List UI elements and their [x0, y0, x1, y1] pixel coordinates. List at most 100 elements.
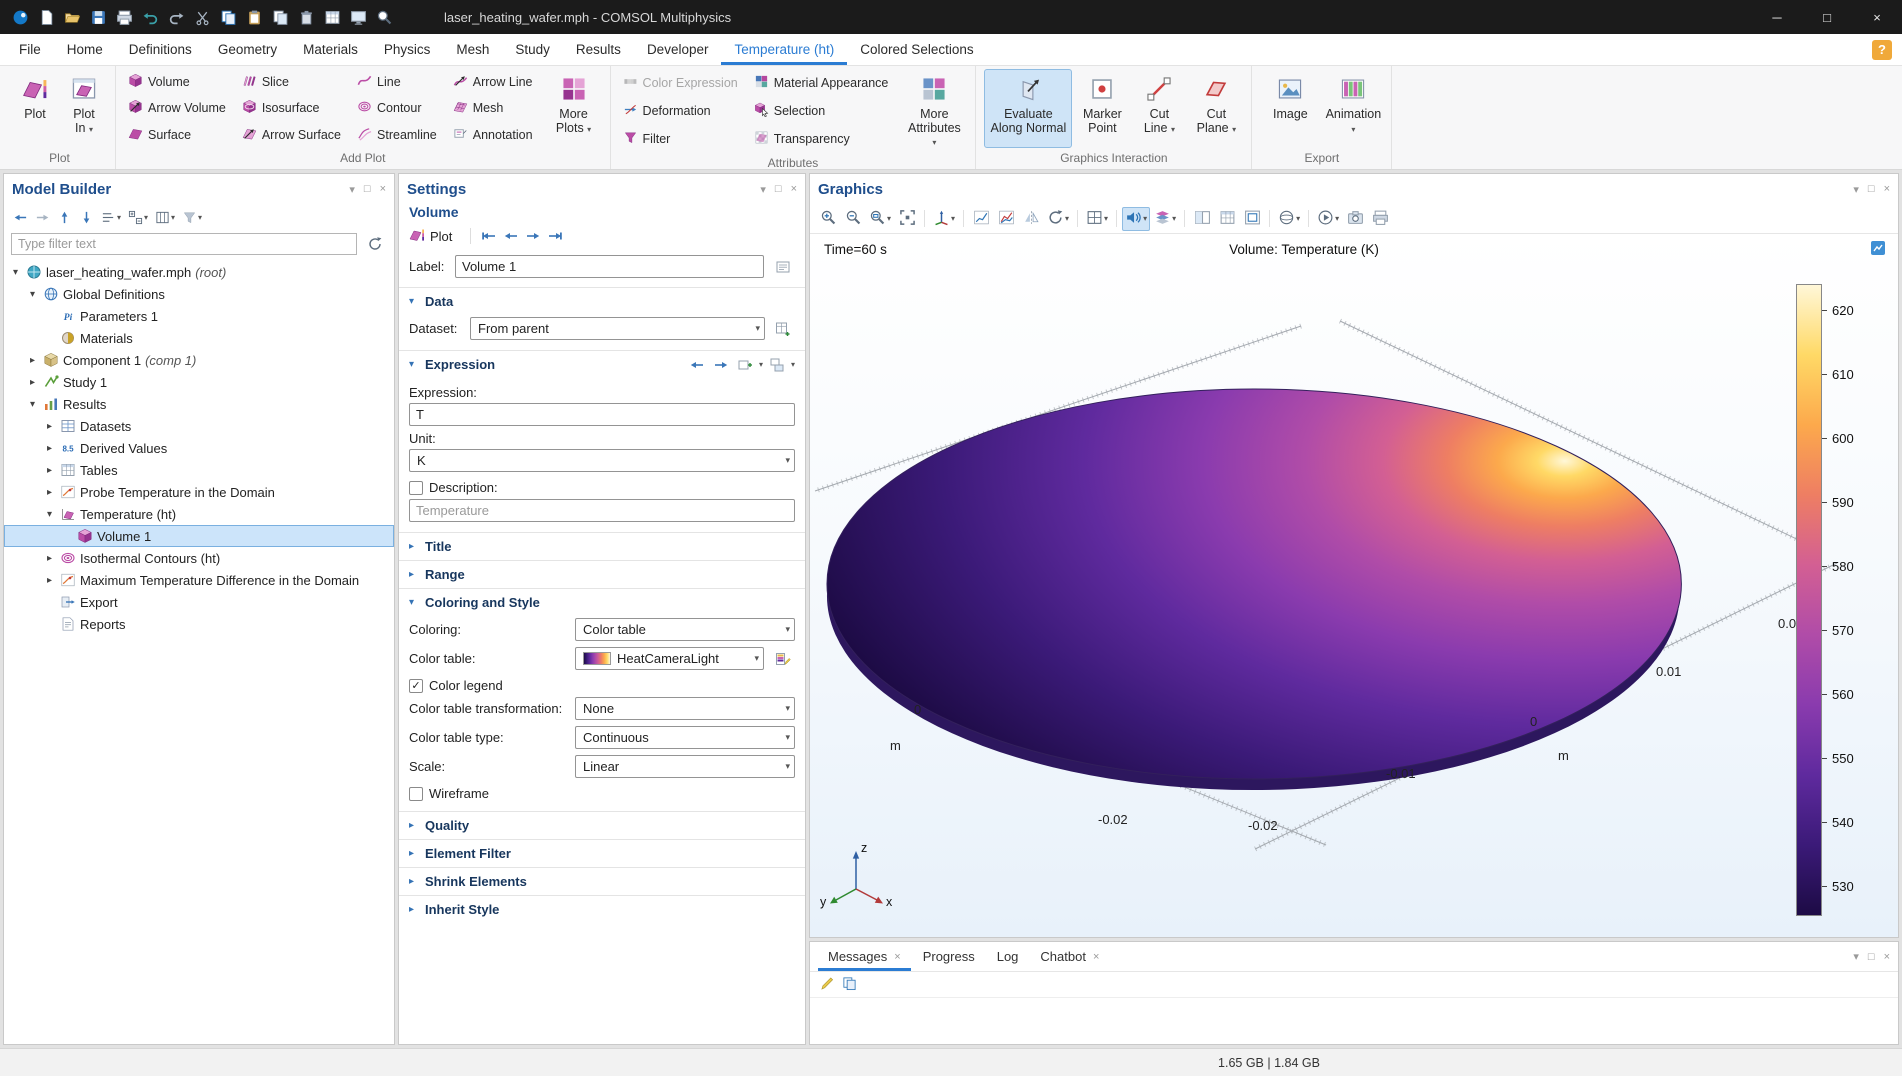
panel-float-icon[interactable]: □ [1868, 183, 1875, 195]
description-input[interactable] [409, 499, 795, 522]
tab-developer[interactable]: Developer [634, 34, 722, 65]
tree-item-datasets[interactable]: ▸Datasets [4, 415, 394, 437]
tab-home[interactable]: Home [54, 34, 116, 65]
streamline-button[interactable]: Streamline [353, 122, 447, 148]
chevron-down-icon[interactable]: ▾ [44, 509, 55, 520]
close-button[interactable]: × [1852, 0, 1902, 34]
close-tab-icon[interactable]: × [1093, 951, 1099, 963]
section-shrink-elements-header[interactable]: ▸Shrink Elements [399, 868, 805, 895]
next-expression-icon[interactable] [711, 355, 731, 375]
contour-button[interactable]: Contour [353, 95, 447, 121]
color-table-type-select[interactable]: Continuous ▾ [575, 726, 795, 749]
plot-in-button[interactable]: Plot In ▾ [61, 69, 107, 148]
more-plots-button[interactable]: More Plots ▾ [546, 69, 602, 148]
cut-line-button[interactable]: Cut Line ▾ [1132, 69, 1186, 148]
section-range-header[interactable]: ▸Range [399, 561, 805, 588]
chevron-down-icon[interactable]: ▾ [27, 399, 38, 410]
plot-first-button[interactable] [479, 226, 499, 246]
plot-button[interactable]: Plot [409, 227, 452, 246]
tree-item-parameters-1[interactable]: PiParameters 1 [4, 305, 394, 327]
color-expression-button[interactable]: Color Expression [619, 69, 748, 97]
expression-input[interactable] [409, 403, 795, 426]
arrow-volume-button[interactable]: Arrow Volume [124, 95, 236, 121]
filter-tree-button[interactable]: ▾ [182, 210, 202, 225]
tree-item-tables[interactable]: ▸Tables [4, 459, 394, 481]
panel-float-icon[interactable]: □ [364, 183, 371, 195]
snapshot-button[interactable] [1343, 207, 1367, 231]
volume-button[interactable]: Volume [124, 69, 236, 95]
panel-close-icon[interactable]: × [1884, 951, 1890, 963]
previous-expression-icon[interactable] [687, 355, 707, 375]
refresh-icon[interactable] [362, 232, 387, 255]
chevron-right-icon[interactable]: ▸ [27, 355, 38, 366]
section-element-filter-header[interactable]: ▸Element Filter [399, 840, 805, 867]
chevron-right-icon[interactable]: ▸ [44, 553, 55, 564]
chevron-down-icon[interactable]: ▾ [27, 289, 38, 300]
section-expression-header[interactable]: ▾ Expression ▾ ▾ [399, 351, 805, 378]
print-button[interactable] [1368, 207, 1392, 231]
slice-button[interactable]: Slice [238, 69, 351, 95]
expand-collapse-button[interactable]: ▾ [128, 210, 148, 225]
tab-materials[interactable]: Materials [290, 34, 371, 65]
forward-button[interactable] [35, 210, 50, 225]
tree-item-volume-1[interactable]: Volume 1 [4, 525, 394, 547]
chevron-right-icon[interactable]: ▸ [44, 443, 55, 454]
show-columns-button[interactable]: ▾ [155, 210, 175, 225]
label-input[interactable] [455, 255, 764, 278]
pointer-icon[interactable] [820, 976, 835, 994]
arrow-surface-button[interactable]: Arrow Surface [238, 122, 351, 148]
zoom-out-button[interactable] [841, 207, 865, 231]
section-data-header[interactable]: ▾ Data [399, 288, 805, 315]
filter-button[interactable]: Filter [619, 125, 748, 153]
chevron-right-icon[interactable]: ▸ [44, 465, 55, 476]
material-appearance-button[interactable]: Material Appearance [750, 69, 899, 97]
model-tree-node-text-button[interactable]: ▾ [101, 210, 121, 225]
chevron-right-icon[interactable]: ▸ [27, 377, 38, 388]
redo-icon[interactable] [164, 5, 188, 29]
panel-menu-icon[interactable]: ▾ [1853, 183, 1859, 196]
plot-last-button[interactable] [545, 226, 565, 246]
plot-next-button[interactable] [523, 226, 543, 246]
tab-mesh[interactable]: Mesh [443, 34, 502, 65]
desktop-layout-icon[interactable] [346, 5, 370, 29]
section-coloring-header[interactable]: ▾ Coloring and Style [399, 589, 805, 616]
wafer-3d-plot[interactable] [810, 234, 1898, 937]
tab-results[interactable]: Results [563, 34, 634, 65]
tab-geometry[interactable]: Geometry [205, 34, 290, 65]
cut-icon[interactable] [190, 5, 214, 29]
tab-chatbot[interactable]: Chatbot× [1030, 942, 1109, 971]
color-options-button[interactable]: ▾ [1151, 207, 1179, 231]
selection-button[interactable]: Selection [750, 97, 899, 125]
tree-item-global-definitions[interactable]: ▾Global Definitions [4, 283, 394, 305]
search-icon[interactable] [372, 5, 396, 29]
open-file-icon[interactable] [60, 5, 84, 29]
print-icon[interactable] [112, 5, 136, 29]
image-button[interactable]: Image [1260, 69, 1320, 148]
cut-plane-button[interactable]: Cut Plane ▾ [1189, 69, 1243, 148]
dataset-select[interactable]: From parent ▾ [470, 317, 765, 340]
panel-menu-icon[interactable]: ▾ [1853, 950, 1859, 963]
evaluate-on-axis-button[interactable] [969, 207, 993, 231]
tree-item-probe-temperature-in-the-domain[interactable]: ▸Probe Temperature in the Domain [4, 481, 394, 503]
evaluate-along-normal-button[interactable]: Evaluate Along Normal [984, 69, 1072, 148]
coloring-select[interactable]: Color table ▾ [575, 618, 795, 641]
plot-previous-button[interactable] [501, 226, 521, 246]
replace-expression-icon[interactable] [767, 355, 787, 375]
move-up-button[interactable] [57, 210, 72, 225]
tree-item-component-1[interactable]: ▸Component 1(comp 1) [4, 349, 394, 371]
plot-button[interactable]: Plot [12, 69, 58, 148]
tree-item-isothermal-contours-ht[interactable]: ▸Isothermal Contours (ht) [4, 547, 394, 569]
color-table-select[interactable]: HeatCameraLight ▾ [575, 647, 764, 670]
copy-icon[interactable] [216, 5, 240, 29]
scale-select[interactable]: Linear ▾ [575, 755, 795, 778]
tree-item-laser-heating-wafer-mph[interactable]: ▾laser_heating_wafer.mph(root) [4, 261, 394, 283]
comsol-logo-icon[interactable] [8, 5, 32, 29]
deformation-button[interactable]: Deformation [619, 97, 748, 125]
animation-button[interactable]: Animation ▾ [1323, 69, 1383, 148]
tab-colored-selections[interactable]: Colored Selections [847, 34, 986, 65]
help-icon[interactable]: ? [1872, 40, 1892, 60]
panel-close-icon[interactable]: × [1884, 183, 1890, 195]
tab-temperature-ht[interactable]: Temperature (ht) [721, 34, 847, 65]
line-button[interactable]: Line [353, 69, 447, 95]
tree-item-temperature-ht[interactable]: ▾Temperature (ht) [4, 503, 394, 525]
